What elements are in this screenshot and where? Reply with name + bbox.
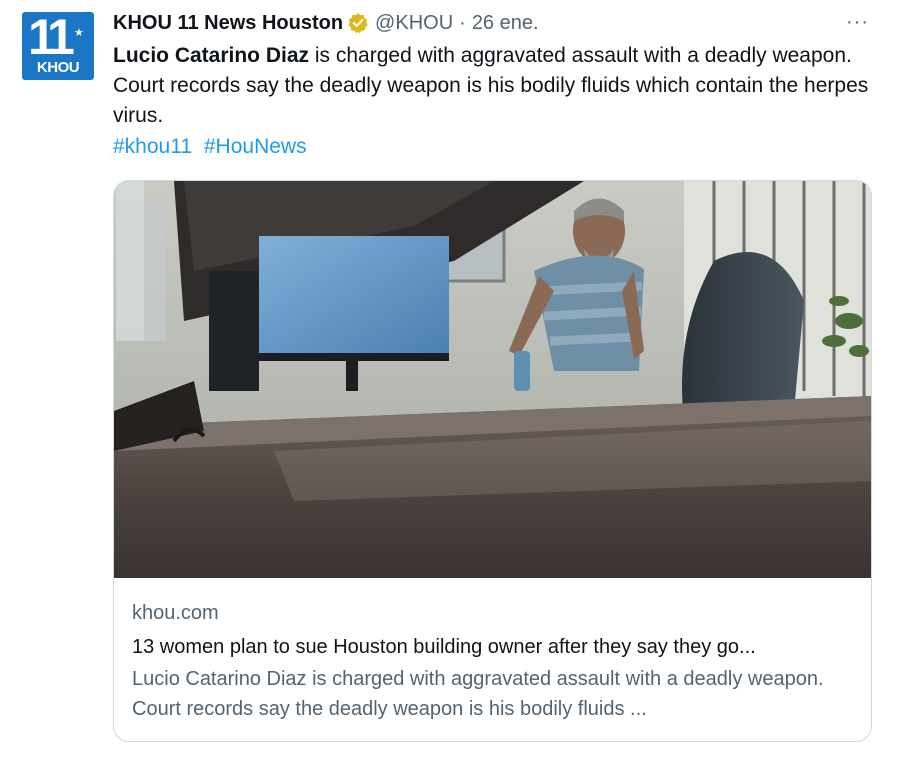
card-domain: khou.com [132, 602, 219, 624]
tweet-text: Lucio Catarino Diaz is charged with aggr… [113, 41, 873, 131]
tweet-text-bold: Lucio Catarino Diaz [113, 44, 310, 67]
card-description: Lucio Catarino Diaz is charged with aggr… [132, 668, 824, 720]
verified-gold-badge-icon[interactable] [347, 12, 369, 34]
avatar-number: 11 [28, 12, 75, 65]
more-options-icon[interactable]: ··· [846, 10, 869, 34]
hashtag-khou11[interactable]: #khou11 [113, 135, 192, 158]
tweet-header: KHOU 11 News Houston @KHOU · 26 ene. [113, 9, 539, 37]
avatar[interactable]: 11 ★ KHOU [22, 12, 94, 80]
card-title: 13 women plan to sue Houston building ow… [132, 636, 756, 658]
link-card[interactable]: khou.com 13 women plan to sue Houston bu… [113, 180, 872, 742]
hashtag-hounews[interactable]: #HouNews [204, 135, 307, 158]
tweet-date[interactable]: 26 ene. [472, 12, 539, 35]
card-thumbnail-image[interactable] [114, 181, 871, 578]
avatar-brand: KHOU [36, 59, 80, 76]
meta-separator: · [459, 11, 466, 34]
tweet[interactable]: 11 ★ KHOU KHOU 11 News Houston @KHOU · 2… [0, 0, 898, 762]
author-name[interactable]: KHOU 11 News Houston [113, 12, 343, 35]
hashtag-row: #khou11 #HouNews [113, 132, 313, 162]
author-handle[interactable]: @KHOU [375, 12, 453, 35]
star-icon: ★ [74, 27, 84, 39]
